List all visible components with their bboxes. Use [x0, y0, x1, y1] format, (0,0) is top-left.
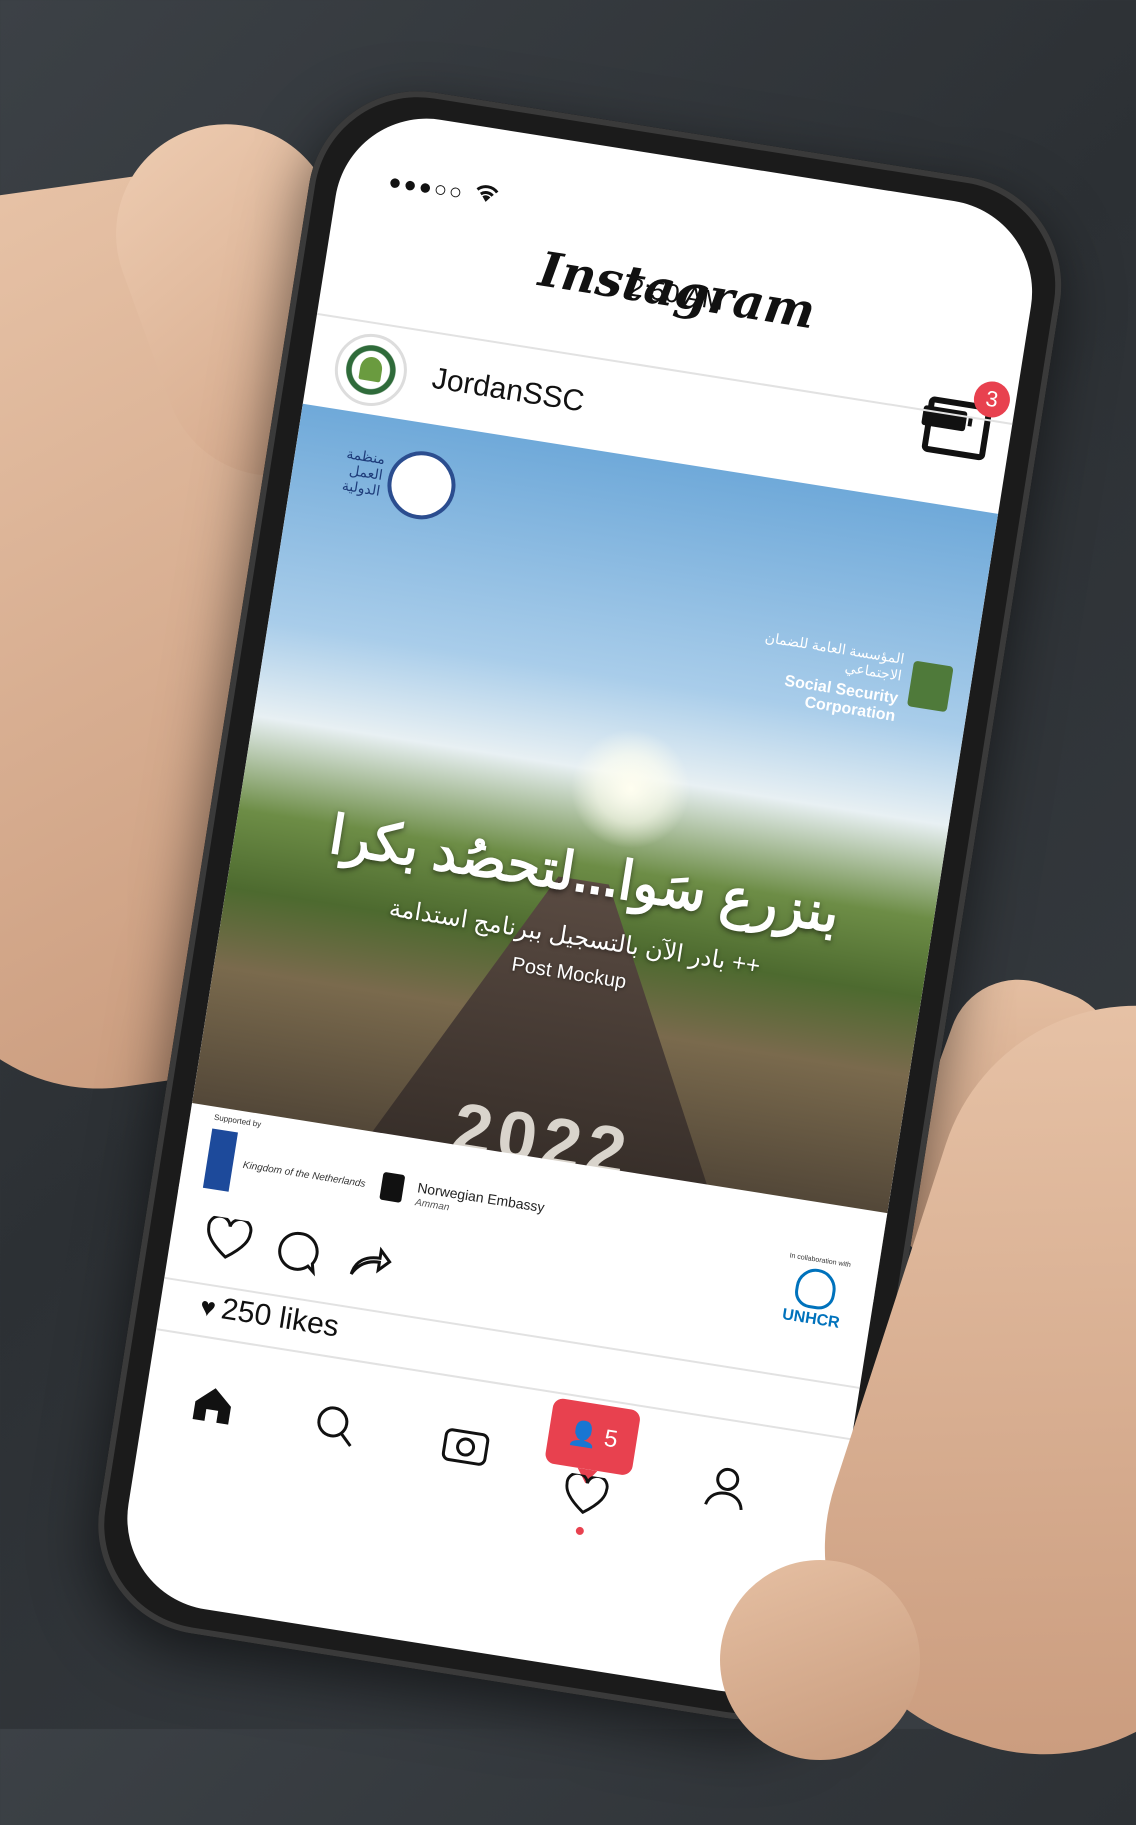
- ssc-logo: المؤسسة العامة للضمان الاجتماعي Social S…: [696, 620, 955, 734]
- sponsor-label: Supported by: [213, 1112, 262, 1130]
- share-icon[interactable]: [345, 1238, 396, 1295]
- bottom-nav: 👤 5: [130, 1334, 850, 1602]
- user-icon: 👤: [566, 1419, 600, 1451]
- like-icon[interactable]: [200, 1214, 254, 1275]
- activity-heart-icon[interactable]: [559, 1471, 610, 1529]
- wifi-icon: [472, 180, 502, 211]
- signal-indicator: ●●●○○: [386, 168, 467, 206]
- search-icon[interactable]: [308, 1400, 360, 1461]
- heart-icon: ♥: [198, 1290, 218, 1324]
- avatar[interactable]: [329, 328, 413, 412]
- ssc-leaf-icon: [358, 355, 384, 383]
- notifications-count: 5: [602, 1424, 620, 1454]
- post-username[interactable]: JordanSSC: [430, 362, 587, 420]
- profile-icon[interactable]: [700, 1462, 752, 1523]
- norway-crest-icon: [379, 1171, 406, 1203]
- comment-icon[interactable]: [271, 1226, 323, 1287]
- notifications-bubble[interactable]: 👤 5: [544, 1397, 642, 1477]
- sun: [561, 719, 700, 857]
- camera-icon[interactable]: [437, 1421, 493, 1481]
- netherlands-logo: [202, 1128, 238, 1192]
- netherlands-text: Kingdom of the Netherlands: [242, 1159, 367, 1191]
- right-thumb: [720, 1560, 920, 1760]
- home-icon[interactable]: [187, 1381, 238, 1438]
- ilo-emblem-icon: [382, 446, 461, 525]
- inbox-badge: 3: [971, 378, 1013, 421]
- ssc-leaf-icon: [906, 660, 954, 713]
- ilo-text: منظمة العمل الدولية: [341, 445, 387, 499]
- ilo-logo: منظمة العمل الدولية: [321, 437, 462, 536]
- activity-indicator: [575, 1526, 585, 1536]
